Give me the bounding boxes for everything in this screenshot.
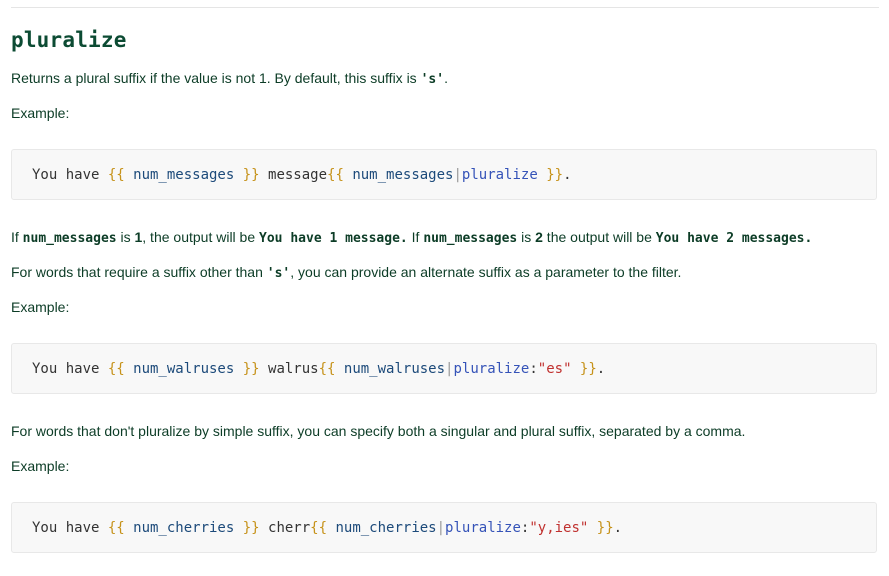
code-prefix: You have bbox=[32, 167, 108, 183]
filter-argument: "y,ies" bbox=[529, 520, 589, 536]
output-text: If bbox=[407, 229, 424, 245]
template-close: }} bbox=[242, 361, 260, 377]
code-word: message bbox=[259, 167, 328, 183]
template-variable: num_cherries bbox=[124, 520, 243, 536]
output-text: is bbox=[116, 229, 135, 245]
intro-text: Returns a plural suffix if the value is … bbox=[11, 70, 421, 86]
variable-code: num_messages bbox=[423, 231, 518, 246]
code-example-messages: You have {{ num_messages }} message{{ nu… bbox=[11, 149, 877, 200]
intro-paragraph: Returns a plural suffix if the value is … bbox=[11, 68, 448, 90]
alt-suffix-text: For words that require a suffix other th… bbox=[11, 264, 267, 280]
output-plural-code: You have 2 messages. bbox=[655, 231, 813, 246]
code-line: You have {{ num_messages }} message{{ nu… bbox=[32, 165, 572, 185]
code-prefix: You have bbox=[32, 520, 108, 536]
output-text: , the output will be bbox=[142, 229, 260, 245]
value-two: 2 bbox=[535, 229, 543, 245]
example-label-3: Example: bbox=[11, 458, 70, 474]
filter-name: pluralize bbox=[445, 520, 521, 536]
template-open: {{ bbox=[318, 361, 336, 377]
filter-name: pluralize bbox=[461, 167, 538, 183]
output-singular-code: You have 1 message. bbox=[259, 231, 408, 246]
template-variable: num_cherries bbox=[327, 520, 437, 536]
template-open: {{ bbox=[310, 520, 328, 536]
template-open: {{ bbox=[107, 361, 125, 377]
example-label-2: Example: bbox=[11, 299, 70, 315]
code-line: You have {{ num_cherries }} cherr{{ num_… bbox=[32, 518, 622, 538]
code-end: . bbox=[563, 167, 572, 183]
alt-suffix-text: , you can provide an alternate suffix as… bbox=[290, 264, 682, 280]
template-close: }} bbox=[571, 361, 597, 377]
code-word: cherr bbox=[259, 520, 311, 536]
filter-arg-colon: : bbox=[529, 361, 538, 377]
template-variable: num_messages bbox=[124, 167, 243, 183]
code-prefix: You have bbox=[32, 361, 108, 377]
code-end: . bbox=[596, 361, 606, 377]
code-word: walrus bbox=[259, 361, 319, 377]
default-suffix-code: 's' bbox=[420, 72, 445, 87]
output-text: is bbox=[517, 229, 536, 245]
template-open: {{ bbox=[327, 167, 344, 183]
filter-name: pluralize bbox=[453, 361, 530, 377]
template-close: }} bbox=[242, 520, 260, 536]
filter-pipe: | bbox=[436, 520, 446, 536]
template-variable: num_walruses bbox=[124, 361, 243, 377]
code-end: . bbox=[613, 520, 623, 536]
code-line: You have {{ num_walruses }} walrus{{ num… bbox=[32, 359, 605, 379]
template-variable: num_messages bbox=[343, 167, 454, 183]
output-text: the output will be bbox=[542, 229, 656, 245]
section-title: pluralize bbox=[11, 28, 127, 52]
filter-argument: "es" bbox=[537, 361, 572, 377]
variable-code: num_messages bbox=[22, 231, 117, 246]
template-close: }} bbox=[242, 167, 260, 183]
filter-pipe: | bbox=[453, 167, 462, 183]
default-suffix-code: 's' bbox=[266, 266, 291, 281]
template-open: {{ bbox=[107, 520, 125, 536]
intro-end: . bbox=[444, 70, 448, 86]
code-example-cherries: You have {{ num_cherries }} cherr{{ num_… bbox=[11, 502, 877, 553]
comma-paragraph: For words that don't pluralize by simple… bbox=[11, 423, 746, 439]
code-example-walruses: You have {{ num_walruses }} walrus{{ num… bbox=[11, 343, 877, 394]
output-paragraph: If num_messages is 1, the output will be… bbox=[11, 227, 812, 249]
template-open: {{ bbox=[107, 167, 125, 183]
template-close: }} bbox=[537, 167, 564, 183]
alt-suffix-paragraph: For words that require a suffix other th… bbox=[11, 262, 681, 284]
template-close: }} bbox=[588, 520, 614, 536]
output-text: If bbox=[11, 229, 23, 245]
section-divider bbox=[11, 7, 879, 8]
template-variable: num_walruses bbox=[335, 361, 446, 377]
example-label-1: Example: bbox=[11, 105, 70, 121]
